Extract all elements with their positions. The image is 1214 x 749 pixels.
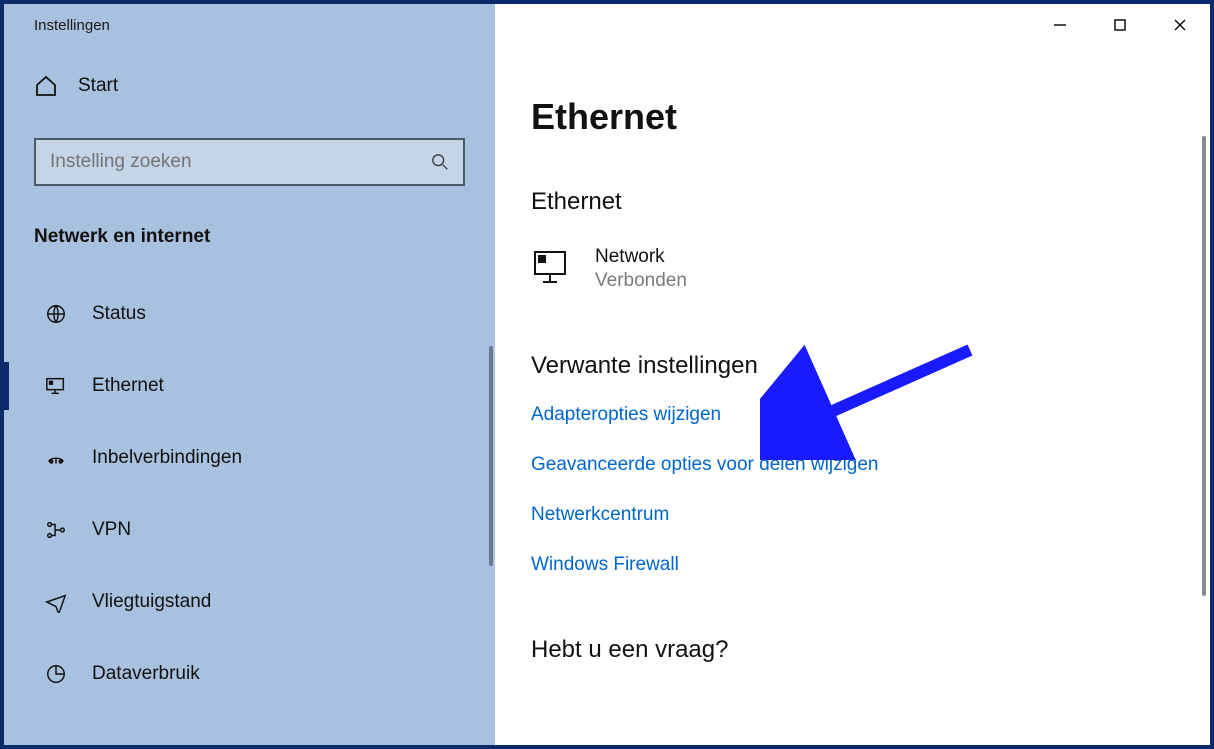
sidebar-item-label: Inbelverbindingen: [92, 447, 242, 469]
airplane-icon: [44, 590, 68, 614]
home-icon: [34, 74, 58, 98]
sidebar-item-dialup[interactable]: Inbelverbindingen: [34, 422, 465, 494]
sidebar-item-airplane[interactable]: Vliegtuigstand: [34, 566, 465, 638]
connection-item[interactable]: Network Verbonden: [531, 246, 1170, 292]
sidebar-item-label: Dataverbruik: [92, 663, 200, 685]
sidebar: Start Netwerk en internet Status: [4, 46, 495, 745]
connection-status: Verbonden: [595, 270, 687, 292]
nav-list: Status Ethernet Inbelverbindingen: [34, 278, 465, 710]
ethernet-icon: [44, 374, 68, 398]
sidebar-scrollbar[interactable]: [489, 346, 493, 566]
search-box[interactable]: [34, 138, 465, 186]
sidebar-item-status[interactable]: Status: [34, 278, 465, 350]
sidebar-item-datausage[interactable]: Dataverbruik: [34, 638, 465, 710]
search-input[interactable]: [50, 151, 431, 173]
vpn-icon: [44, 518, 68, 542]
minimize-button[interactable]: [1030, 4, 1090, 46]
minimize-icon: [1053, 18, 1067, 32]
network-monitor-icon: [531, 246, 571, 286]
window-controls: [1030, 4, 1210, 46]
sidebar-item-vpn[interactable]: VPN: [34, 494, 465, 566]
section-title: Ethernet: [531, 188, 1170, 216]
close-button[interactable]: [1150, 4, 1210, 46]
maximize-icon: [1113, 18, 1127, 32]
sidebar-item-ethernet[interactable]: Ethernet: [34, 350, 465, 422]
question-title: Hebt u een vraag?: [531, 636, 1170, 664]
page-title: Ethernet: [531, 96, 1170, 138]
sidebar-item-label: Vliegtuigstand: [92, 591, 211, 613]
titlebar: Instellingen: [4, 4, 1210, 46]
datausage-icon: [44, 662, 68, 686]
link-advanced-sharing[interactable]: Geavanceerde opties voor delen wijzigen: [531, 454, 879, 476]
window-title: Instellingen: [4, 4, 495, 46]
home-button[interactable]: Start: [34, 74, 465, 98]
sidebar-item-label: Ethernet: [92, 375, 164, 397]
search-icon: [431, 153, 449, 171]
globe-icon: [44, 302, 68, 326]
connection-name: Network: [595, 246, 687, 268]
sidebar-item-label: VPN: [92, 519, 131, 541]
category-title: Netwerk en internet: [34, 226, 465, 248]
maximize-button[interactable]: [1090, 4, 1150, 46]
main-scrollbar[interactable]: [1202, 136, 1206, 596]
related-settings-title: Verwante instellingen: [531, 352, 1170, 380]
sidebar-item-label: Status: [92, 303, 146, 325]
close-icon: [1173, 18, 1187, 32]
main-content: Ethernet Ethernet Network Verbonden Verw…: [495, 46, 1210, 745]
link-windows-firewall[interactable]: Windows Firewall: [531, 554, 679, 576]
home-label: Start: [78, 75, 118, 97]
dialup-icon: [44, 446, 68, 470]
link-adapter-options[interactable]: Adapteropties wijzigen: [531, 404, 721, 426]
related-links: Adapteropties wijzigen Geavanceerde opti…: [531, 404, 1170, 576]
link-network-center[interactable]: Netwerkcentrum: [531, 504, 669, 526]
